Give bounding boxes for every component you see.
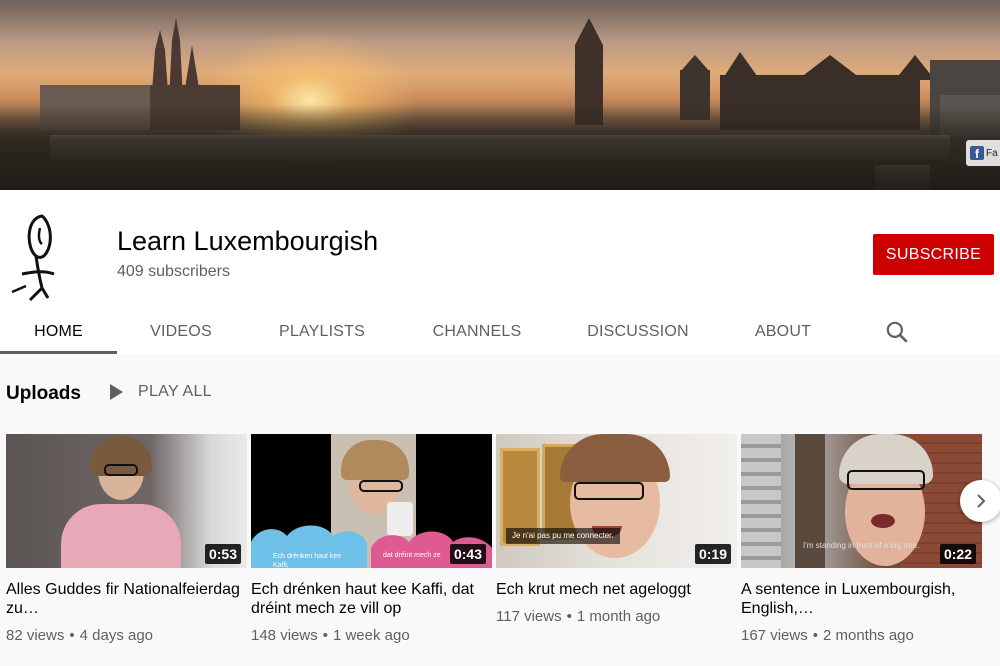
channel-search-button[interactable] [884,319,910,345]
subscribe-button[interactable]: SUBSCRIBE [873,234,994,275]
chevron-right-icon [977,494,986,508]
play-icon [110,384,123,400]
meta-separator: • [322,627,328,644]
channel-header: Learn Luxembourgish 409 subscribers SUBS… [0,190,1000,354]
play-all-label: PLAY ALL [138,383,212,400]
meta-separator: • [69,627,75,644]
glasses [847,470,925,490]
glasses [104,464,138,476]
video-thumbnail[interactable]: Je n'ai pas pu me connecter. 0:19 [496,434,737,568]
subtitle-caption: I'm standing in front of a big tree. [803,541,920,550]
view-count: 117 views [496,608,562,625]
subscriber-count: 409 subscribers [117,263,230,280]
video-thumbnail[interactable]: Ech drénken haut kee Kaffi, dat dréint m… [251,434,492,568]
caption-right: dat dréint mech ze [383,552,441,559]
glasses [359,480,403,492]
channel-name: Learn Luxembourgish [117,226,379,256]
upload-age: 1 month ago [576,608,661,625]
channel-banner: f Fa [0,0,1000,190]
upload-age: 1 week ago [332,627,410,644]
glasses [574,482,644,500]
video-thumbnail[interactable]: I'm standing in front of a big tree. 0:2… [741,434,982,568]
search-icon [886,321,908,343]
video-meta: 117 views • 1 month ago [496,608,737,625]
upload-age: 4 days ago [79,627,154,644]
channel-avatar[interactable] [0,208,88,304]
video-title[interactable]: Ech drénken haut kee Kaffi, dat dréint m… [251,580,492,618]
video-card[interactable]: Je n'ai pas pu me connecter. 0:19 Ech kr… [496,434,737,625]
meta-separator: • [812,627,818,644]
video-meta: 167 views • 2 months ago [741,627,982,644]
channel-tabs: HOME VIDEOS PLAYLISTS CHANNELS DISCUSSIO… [0,310,1000,354]
video-title[interactable]: A sentence in Luxembourgish, English,… [741,580,982,618]
banner-trees [0,105,1000,190]
video-card[interactable]: 0:53 Alles Guddes fir Nationalfeierdag z… [6,434,247,644]
tab-videos[interactable]: VIDEOS [130,310,232,354]
tab-channels[interactable]: CHANNELS [420,310,534,354]
view-count: 82 views [6,627,65,644]
video-meta: 148 views • 1 week ago [251,627,492,644]
building [741,434,781,568]
video-title[interactable]: Ech krut mech net ageloggt [496,580,737,599]
caption-left: Ech drénken haut kee Kaffi, [273,553,342,568]
tab-discussion[interactable]: DISCUSSION [580,310,696,354]
stick-figure-avatar-icon [0,208,88,304]
shelf-next-button[interactable] [960,480,1000,522]
play-all-button[interactable]: PLAY ALL [108,383,212,401]
facebook-link-label: Fa [986,147,998,159]
view-count: 148 views [251,627,318,644]
video-duration: 0:19 [694,544,731,564]
video-card[interactable]: Ech drénken haut kee Kaffi, dat dréint m… [251,434,492,644]
facebook-icon: f [970,146,984,160]
video-thumbnail[interactable]: 0:53 [6,434,247,568]
meta-separator: • [566,608,572,625]
upload-age: 2 months ago [822,627,914,644]
uploads-title: Uploads [6,383,81,404]
facebook-link[interactable]: f Fa [966,140,1000,166]
video-duration: 0:22 [939,544,976,564]
video-duration: 0:53 [204,544,241,564]
mouth [871,514,895,528]
video-title[interactable]: Alles Guddes fir Nationalfeierdag zu… [6,580,247,618]
tab-playlists[interactable]: PLAYLISTS [262,310,382,354]
view-count: 167 views [741,627,808,644]
video-card[interactable]: I'm standing in front of a big tree. 0:2… [741,434,982,644]
tab-home[interactable]: HOME [0,310,117,354]
person-shirt [61,504,181,568]
subtitle-caption: Je n'ai pas pu me connecter. [506,528,620,544]
video-meta: 82 views • 4 days ago [6,627,247,644]
video-duration: 0:43 [449,544,486,564]
person-hair [560,434,670,482]
tab-about[interactable]: ABOUT [742,310,824,354]
